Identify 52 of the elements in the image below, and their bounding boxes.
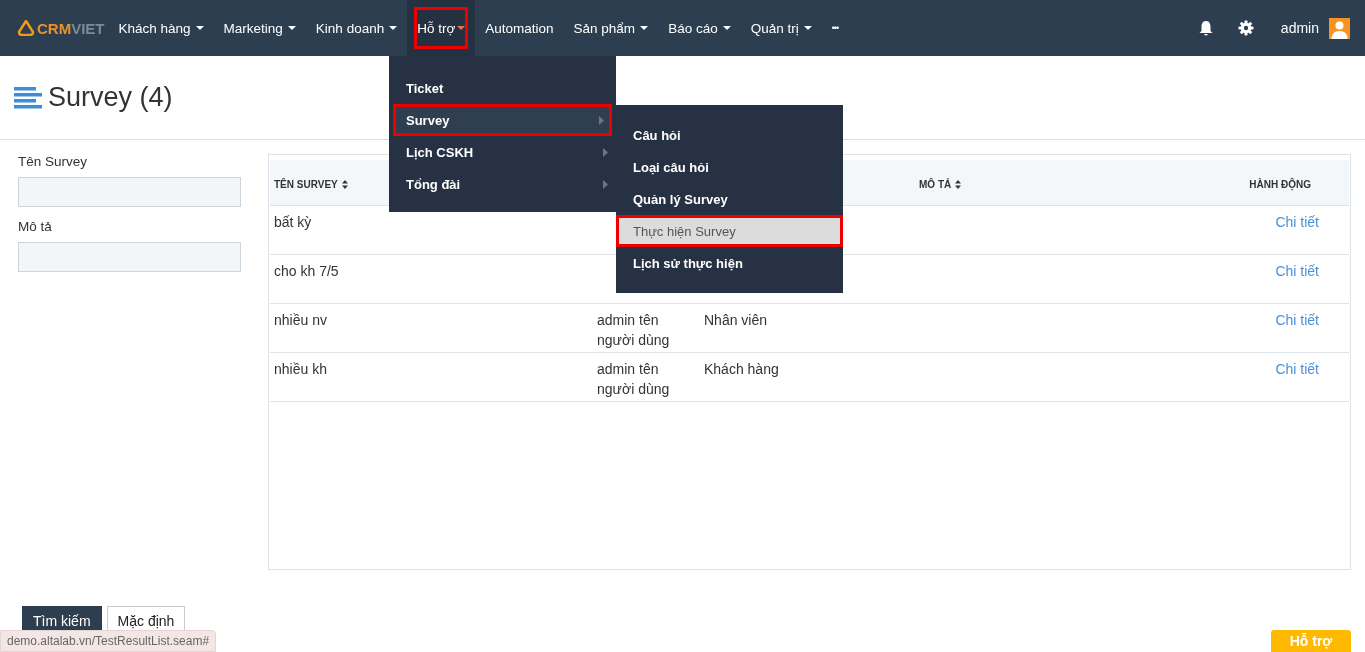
table-cell: Khách hàng [704,361,779,377]
column-header[interactable]: MÔ TẢ [919,178,962,190]
menu-item[interactable]: Ticket [389,72,616,104]
input-field[interactable] [18,177,241,207]
nav-menu-item[interactable]: Kinh doanh [305,0,408,56]
logo-text: CRM [37,19,72,37]
detail-link[interactable]: Chi tiết [1275,263,1319,279]
bell-icon[interactable] [1197,19,1214,37]
detail-link[interactable]: Chi tiết [1275,214,1319,230]
table-cell: nhiều kh [274,361,327,377]
column-header[interactable]: TÊN SURVEY [274,178,348,190]
page-title: Survey (4) [48,82,173,113]
table-cell: nhiều nv [274,312,327,328]
chevron-right-icon [603,179,608,189]
column-header: HÀNH ĐỘNG [1249,178,1311,190]
nav-menu-item[interactable]: Hỗ trợ [407,0,476,56]
menu-item[interactable]: Câu hỏi [616,119,843,151]
nav-menu-item[interactable]: Báo cáo [658,0,741,56]
menu-item[interactable]: Survey [393,104,612,136]
table-cell: Nhân viên [704,312,768,328]
menu-item[interactable]: Thực hiện Survey [616,215,843,247]
list-icon [14,86,42,109]
logo-icon [17,20,35,36]
detail-link[interactable]: Chi tiết [1275,361,1319,377]
menu-item[interactable]: Quản lý Survey [616,183,843,215]
table-cell: bất kỳ [274,214,312,230]
menu-item[interactable]: Tổng đài [389,168,616,200]
menu-item[interactable]: Loại câu hỏi [616,151,843,183]
nav-menu-item[interactable]: Quản trị [740,0,822,56]
user-name[interactable]: admin [1280,20,1319,36]
detail-link[interactable]: Chi tiết [1275,312,1319,328]
chevron-right-icon [603,147,608,157]
nav-menu-item[interactable]: Sản phẩm [563,0,659,56]
input-field[interactable] [18,242,241,272]
settings-icon[interactable] [1237,20,1254,36]
sort-icon[interactable] [955,179,962,189]
table-cell: admin tên người dùng [597,361,670,397]
field-label: Mô tả [18,219,53,234]
nav-menu-item[interactable]: Marketing [213,0,306,56]
table-cell: admin tên người dùng [597,312,670,348]
nav-menu-item[interactable]: Automation [475,0,564,56]
nav-menu-item[interactable]: Khách hàng [108,0,214,56]
avatar-icon[interactable] [1329,17,1350,39]
chevron-right-icon [599,115,604,125]
menu-item[interactable]: Lịch sử thực hiện [616,247,843,279]
more-menu[interactable]: ••• [821,0,849,56]
field-label: Tên Survey [18,154,89,169]
menu-item[interactable]: Lịch CSKH [389,136,616,168]
logo-text: VIET [71,19,105,37]
sort-icon[interactable] [341,179,348,189]
url-tooltip: demo.altalab.vn/TestResultList.seam# [0,630,217,652]
table-cell: cho kh 7/5 [274,263,339,279]
